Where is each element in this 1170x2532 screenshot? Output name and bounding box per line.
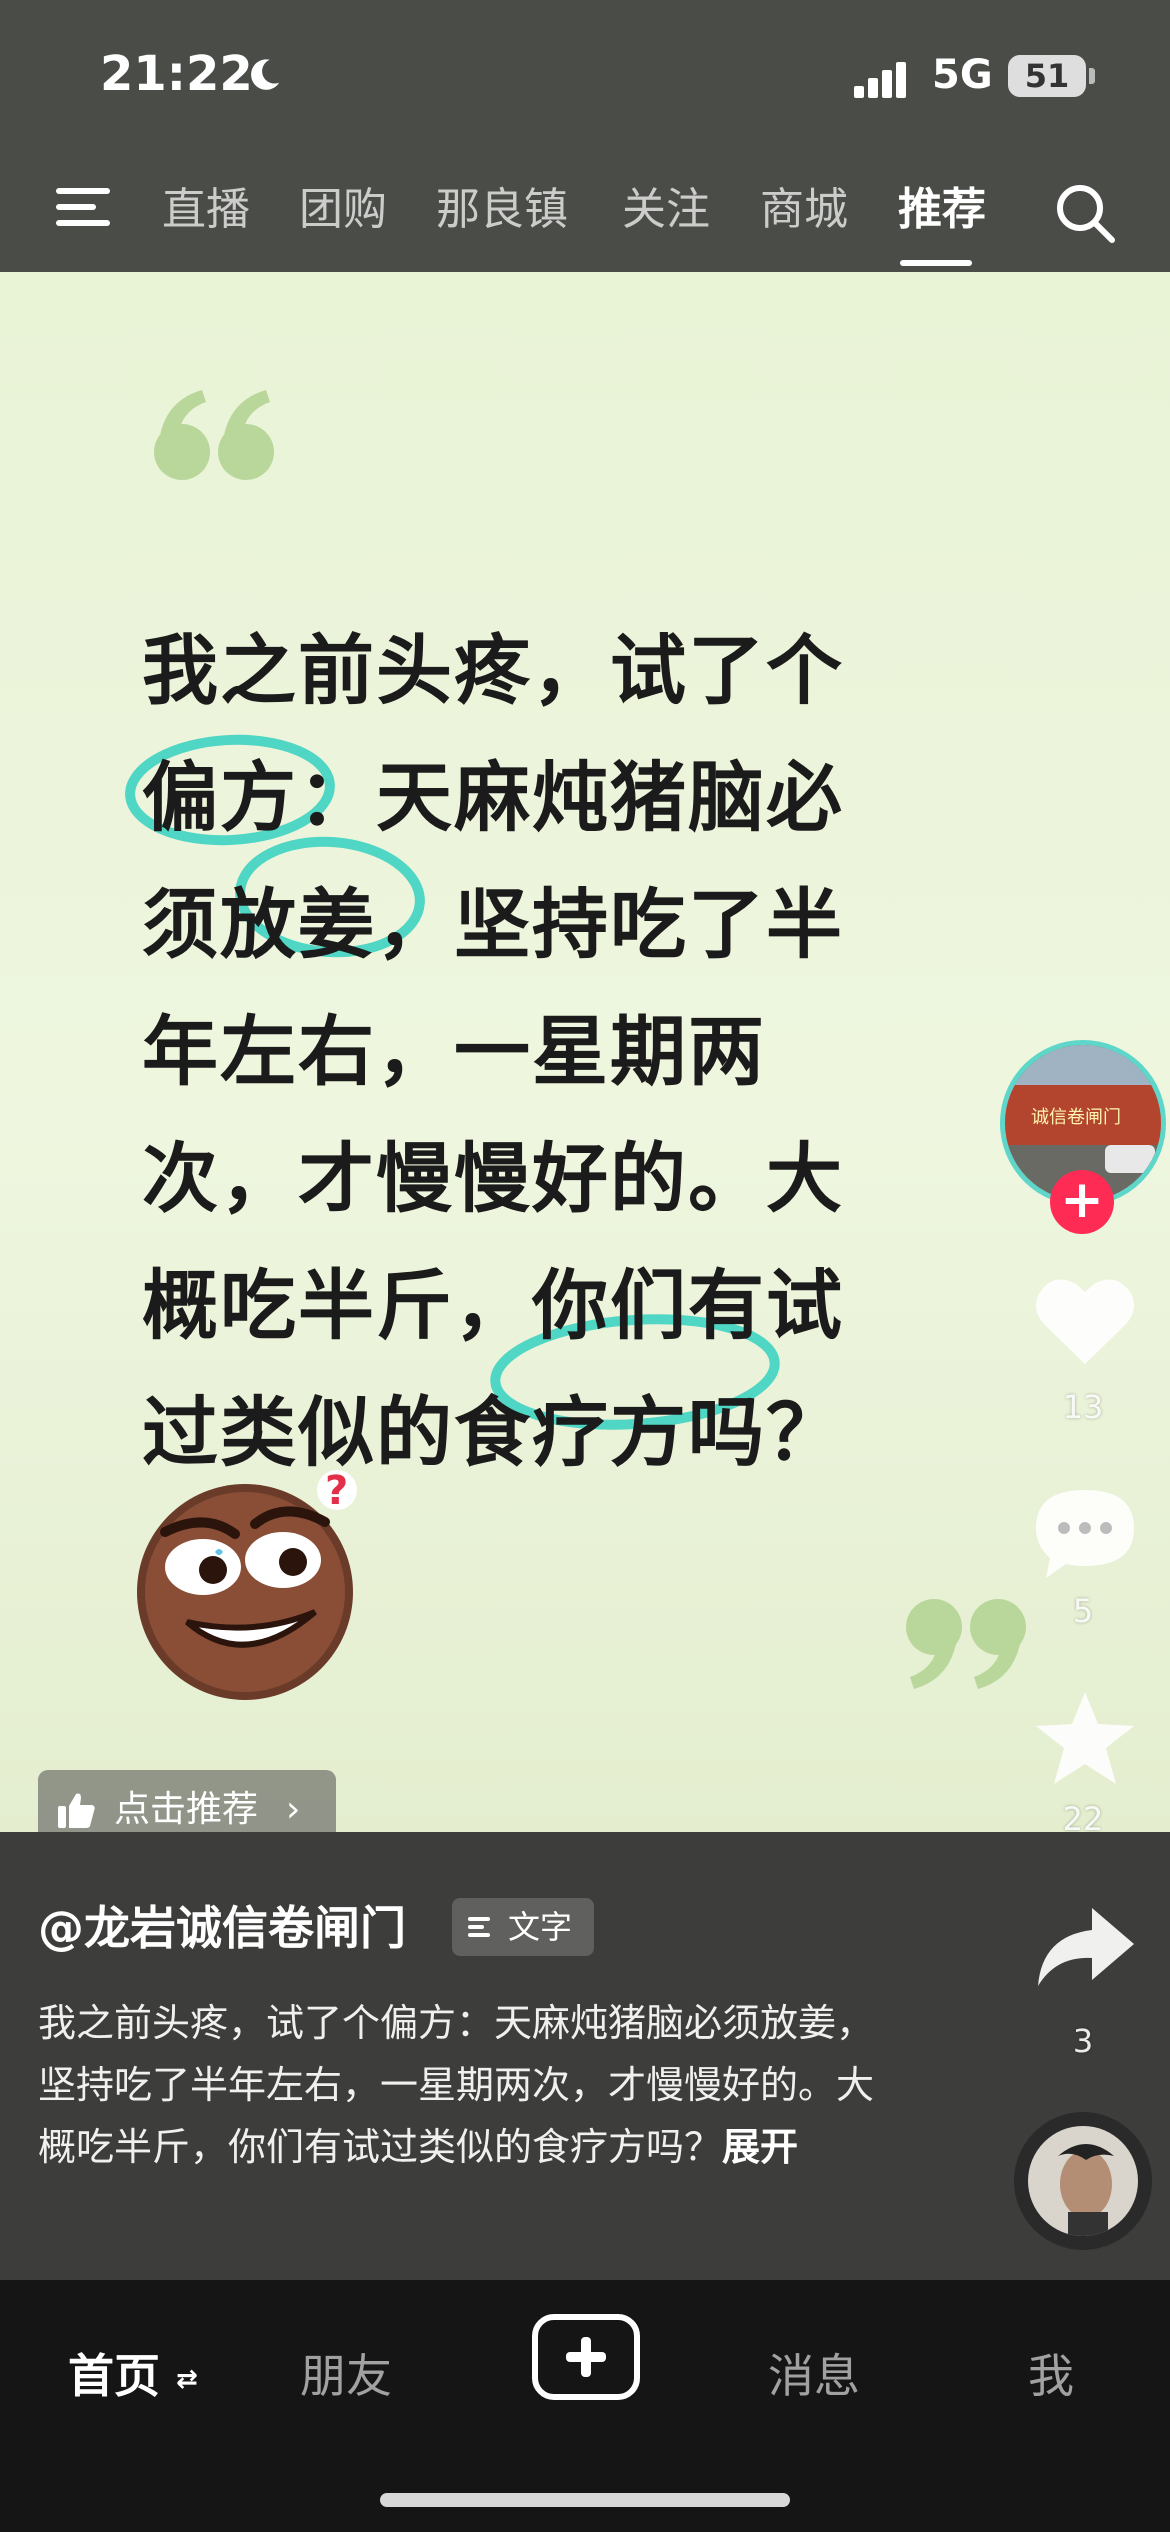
tab-local-town[interactable]: 那良镇 [436,182,568,238]
close-quote-icon [906,1599,1026,1689]
comment-count: 5 [1072,1592,1094,1630]
home-indicator [380,2493,790,2507]
tab-friends[interactable]: 朋友 [300,2340,392,2406]
tab-group-buy[interactable]: 团购 [299,182,387,238]
tab-home-label: 首页 [68,2349,160,2403]
post-caption: 我之前头疼，试了个偏方：天麻炖猪脑必须放姜，坚持吃了半年左右，一星期两次，才慢慢… [38,1992,898,2178]
switch-icon: ⇄ [176,2364,198,2395]
share-icon[interactable] [1030,1900,1140,2000]
tab-recommend[interactable]: 推荐 [898,182,986,238]
author-name[interactable]: @龙岩诚信卷闸门 [38,1892,406,1958]
star-icon[interactable] [1030,1688,1140,1788]
quote-line: 概吃半斤，你们有试 [142,1261,844,1350]
type-badge: 文字 [452,1898,594,1956]
quote-line: 年左右，一星期两 [142,1007,766,1096]
quote-line: 我之前头疼，试了个 [142,626,844,715]
tab-messages[interactable]: 消息 [768,2340,860,2406]
tab-me[interactable]: 我 [1028,2340,1074,2406]
share-count: 3 [1072,2022,1094,2060]
menu-icon[interactable] [54,182,114,232]
tab-home[interactable]: 首页 ⇄ [68,2340,198,2406]
battery-indicator: 51 [1008,55,1086,97]
top-nav: 直播 团购 那良镇 关注 商城 推荐 [0,160,1170,266]
status-bar: 21:22 5G 51 [0,0,1170,150]
svg-text:?: ? [325,1468,348,1514]
comment-icon[interactable] [1030,1482,1140,1582]
create-button[interactable] [532,2314,640,2400]
thumbs-up-icon [58,1793,95,1828]
search-icon[interactable] [1052,180,1118,246]
text-lines-icon [468,1917,490,1937]
heart-icon[interactable] [1030,1272,1140,1372]
follow-button[interactable]: + [1050,1170,1114,1234]
music-cover-image [1028,2126,1138,2236]
tab-live[interactable]: 直播 [162,182,250,238]
tab-following[interactable]: 关注 [622,182,710,238]
status-time: 21:22 [100,46,253,102]
plus-icon [566,2337,606,2377]
post-info-panel: @龙岩诚信卷闸门 文字 我之前头疼，试了个偏方：天麻炖猪脑必须放姜，坚持吃了半年… [0,1832,1170,2280]
post-content[interactable]: 我之前头疼，试了个 偏方：天麻炖猪脑必 须放姜，坚持吃了半 年左右，一星期两 次… [0,272,1170,1832]
moon-icon [251,59,280,90]
network-label: 5G [932,52,993,98]
quote-line: 偏方：天麻炖猪脑必 [142,753,844,842]
confused-grin-emoji-icon: ? [137,1468,357,1700]
open-quote-icon [154,390,274,480]
quote-text: 我之前头疼，试了个 偏方：天麻炖猪脑必 须放姜，坚持吃了半 年左右，一星期两 次… [142,607,982,1496]
quote-line: 次，才慢慢好的。大 [142,1134,844,1223]
type-badge-label: 文字 [508,1908,573,1946]
active-tab-underline [900,260,972,266]
like-count: 13 [1062,1388,1104,1426]
quote-line: 须放姜，坚持吃了半 [142,880,844,969]
battery-nub [1089,68,1095,84]
expand-link[interactable]: 展开 [722,2125,798,2169]
signal-icon [854,62,906,98]
music-disc[interactable] [1014,2112,1152,2250]
tab-mall[interactable]: 商城 [760,182,848,238]
avatar-sign-text: 诚信卷闸门 [1031,1107,1121,1128]
